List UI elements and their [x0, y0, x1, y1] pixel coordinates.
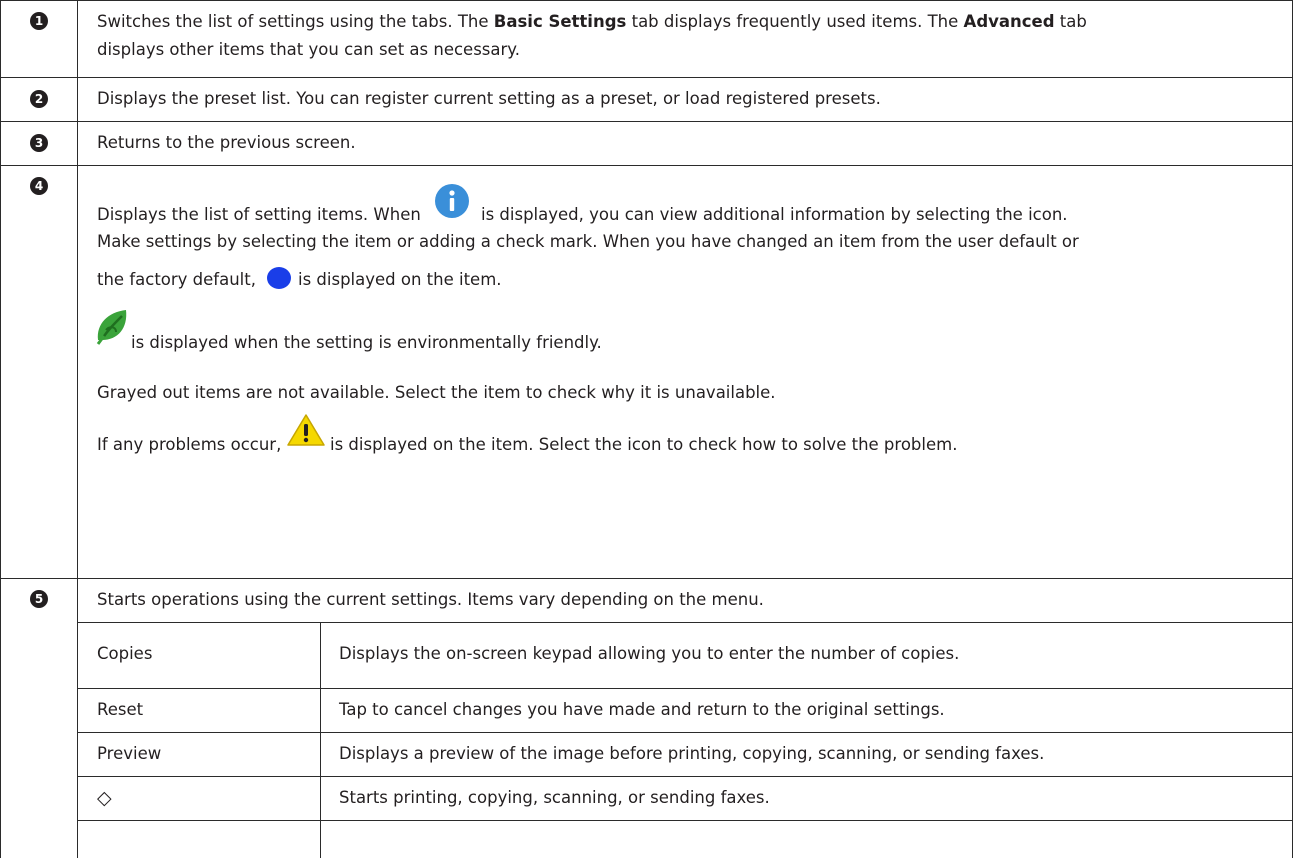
subtable-desc: Starts printing, copying, scanning, or s… — [339, 788, 770, 807]
line-eco-desc: is displayed when the setting is environ… — [131, 333, 602, 352]
line-list-intro: Displays the list of setting items. When — [97, 205, 421, 224]
advanced-term: Advanced — [963, 12, 1055, 31]
start-button-glyph: ◇ — [97, 787, 112, 809]
row-number-badge: 2 — [30, 90, 48, 108]
row-number-badge: 5 — [30, 590, 48, 608]
subtable-row: ◇ Starts printing, copying, scanning, or… — [0, 776, 1293, 820]
table-row: 4 Displays the list of setting items. Wh… — [0, 165, 1293, 578]
subtable-item: Copies — [97, 644, 153, 663]
row-description-line2: displays other items that you can set as… — [97, 40, 520, 59]
table-row: 3 Returns to the previous screen. — [0, 121, 1293, 165]
table-row: 2 Displays the preset list. You can regi… — [0, 77, 1293, 121]
basic-settings-term: Basic Settings — [493, 12, 627, 31]
row-number-badge: 1 — [30, 12, 48, 30]
subtable-row: Preview Displays a preview of the image … — [0, 732, 1293, 776]
eco-leaf-icon — [96, 310, 127, 345]
warning-icon — [287, 414, 325, 446]
row-number-cell: 1 — [0, 0, 77, 77]
row-number-cell: 3 — [0, 121, 77, 165]
line-problems: If any problems occur, — [97, 435, 282, 454]
row-number-cell: 2 — [0, 77, 77, 121]
changed-dot-icon — [267, 267, 291, 289]
subtable-item: Preview — [97, 744, 162, 763]
line-dot-desc: is displayed on the item. — [298, 270, 502, 289]
subtable-desc: Tap to cancel changes you have made and … — [339, 700, 945, 719]
row-description: Returns to the previous screen. — [97, 133, 356, 152]
row-number-badge: 4 — [30, 177, 48, 195]
row-description: Starts operations using the current sett… — [97, 590, 764, 609]
line-make-settings: Make settings by selecting the item or a… — [97, 232, 1079, 251]
line-factory-default: the factory default, — [97, 270, 256, 289]
line-warning-desc: is displayed on the item. Select the ico… — [330, 435, 958, 454]
subtable-item: Reset — [97, 700, 144, 719]
subtable-desc: Displays a preview of the image before p… — [339, 744, 1045, 763]
row-number-badge: 3 — [30, 134, 48, 152]
description-table: 1 Switches the list of settings using th… — [0, 0, 1293, 858]
table-row: 1 Switches the list of settings using th… — [0, 0, 1293, 77]
subtable-row: Reset Tap to cancel changes you have mad… — [0, 688, 1293, 732]
subtable-row-divider — [77, 820, 1293, 821]
subtable-desc: Displays the on-screen keypad allowing y… — [339, 644, 960, 663]
line-grayed-out: Grayed out items are not available. Sele… — [97, 383, 776, 402]
row-number-cell: 4 — [0, 165, 77, 578]
subtable-row: Copies Displays the on-screen keypad all… — [0, 622, 1293, 688]
info-icon — [435, 184, 469, 218]
line-info-desc: is displayed, you can view additional in… — [481, 205, 1068, 224]
row-description: Switches the list of settings using the … — [97, 12, 1087, 31]
row-description: Displays the preset list. You can regist… — [97, 89, 881, 108]
